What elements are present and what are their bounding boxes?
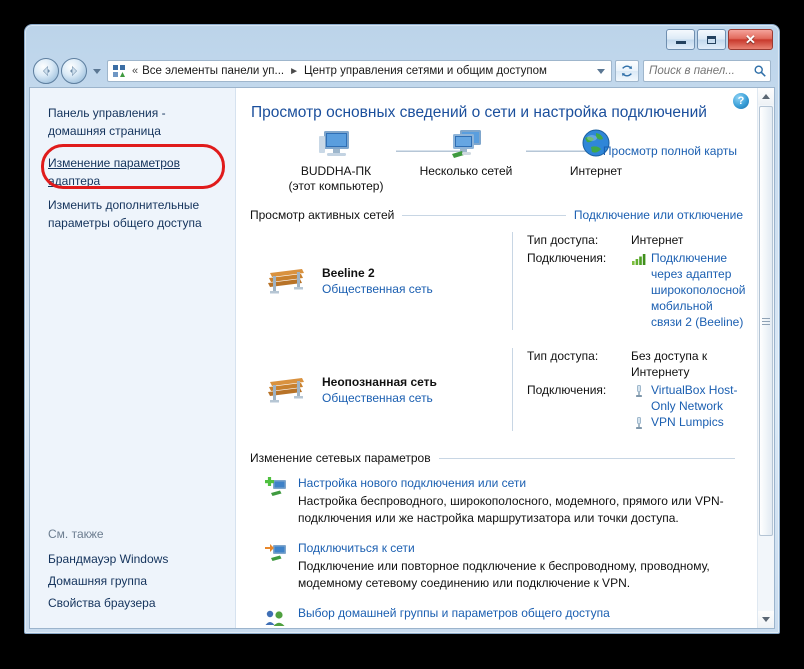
bench-icon	[264, 373, 310, 407]
connect-disconnect-link[interactable]: Подключение или отключение	[574, 208, 743, 222]
connections-label: Подключения:	[527, 383, 607, 397]
sidebar-item-change-advanced-sharing-settings[interactable]: Изменить дополнительные параметры общего…	[30, 196, 235, 232]
setting-item-connect-to-network[interactable]: Подключиться к сети Подключение или повт…	[250, 527, 743, 592]
computer-icon	[276, 128, 396, 162]
search-box[interactable]	[643, 60, 771, 82]
sidebar-item-windows-firewall[interactable]: Брандмауэр Windows	[48, 548, 221, 570]
vertical-scrollbar[interactable]	[757, 88, 774, 628]
sidebar-home-title[interactable]: Панель управления - домашняя страница	[30, 104, 235, 140]
setting-link[interactable]: Настройка нового подключения или сети	[298, 476, 743, 490]
active-networks-header: Просмотр активных сетей Подключение или …	[250, 208, 743, 222]
view-full-map-link[interactable]: Просмотр полной карты	[603, 144, 737, 158]
map-node-multiple-networks[interactable]: Несколько сетей	[406, 128, 526, 179]
main-content: ? Просмотр основных сведений о сети и на…	[236, 88, 774, 628]
access-type-value: Без доступа к Интернету	[631, 349, 708, 379]
connection-item[interactable]: VPN Lumpics	[631, 414, 743, 431]
new-connection-icon	[264, 476, 288, 500]
connection-item[interactable]: VirtualBox Host-Only Network	[631, 382, 743, 414]
sidebar-item-homegroup[interactable]: Домашняя группа	[48, 570, 221, 592]
network-settings-header: Изменение сетевых параметров	[250, 451, 743, 465]
scrollbar-thumb[interactable]	[759, 106, 773, 536]
breadcrumb-separator-icon: ►	[289, 65, 300, 77]
setting-item-new-connection[interactable]: Настройка нового подключения или сети На…	[250, 469, 743, 527]
map-node-computer[interactable]: BUDDHA-ПК (этот компьютер)	[276, 128, 396, 194]
window-body: Панель управления - домашняя страница Из…	[29, 87, 775, 629]
scroll-up-button[interactable]	[758, 88, 774, 105]
active-network-row: Beeline 2 Общественная сеть Тип доступа:…	[250, 226, 745, 334]
setting-link[interactable]: Выбор домашней группы и параметров общег…	[298, 606, 743, 620]
signal-bars-icon	[631, 251, 647, 267]
map-node-label: Несколько сетей	[419, 164, 513, 178]
recent-pages-dropdown[interactable]	[90, 58, 104, 84]
map-node-sublabel: (этот компьютер)	[288, 179, 384, 193]
sidebar: Панель управления - домашняя страница Из…	[30, 88, 236, 628]
network-name: Неопознанная сеть	[322, 374, 437, 389]
network-name: Beeline 2	[322, 266, 375, 280]
breadcrumb-item-all-control-panel-items[interactable]: Все элементы панели уп...	[141, 65, 285, 77]
active-network-row: Неопознанная сеть Общественная сеть Тип …	[250, 334, 743, 435]
maximize-button[interactable]	[697, 29, 726, 50]
address-bar-row: « Все элементы панели уп... ► Центр упра…	[25, 55, 779, 87]
homegroup-icon	[264, 606, 288, 628]
map-node-label: BUDDHA-ПК	[300, 164, 372, 178]
control-panel-icon	[111, 63, 127, 79]
desktop-background: ✕ « Все элементы панели уп... ► Центр уп…	[0, 0, 804, 669]
window-titlebar[interactable]: ✕	[25, 25, 779, 55]
address-dropdown-icon[interactable]	[593, 61, 609, 81]
map-node-label: Интернет	[569, 164, 623, 178]
sidebar-item-change-adapter-settings[interactable]: Изменение параметров адаптера	[30, 154, 235, 190]
breadcrumb-item-network-sharing-center[interactable]: Центр управления сетями и общим доступом	[303, 65, 548, 77]
setting-description: Настройка беспроводного, широкополосного…	[298, 494, 724, 525]
network-type-link[interactable]: Общественная сеть	[322, 391, 437, 405]
search-icon[interactable]	[753, 64, 767, 78]
bench-icon	[264, 264, 310, 298]
forward-button[interactable]	[61, 58, 87, 84]
section-title: Просмотр активных сетей	[250, 208, 395, 222]
see-also-title: См. также	[48, 527, 104, 541]
search-input[interactable]	[647, 64, 753, 78]
back-button[interactable]	[33, 58, 59, 84]
section-rule	[402, 214, 566, 216]
access-type-label: Тип доступа:	[527, 349, 599, 363]
see-also-section: См. также Брандмауэр Windows Домашняя гр…	[30, 527, 235, 614]
control-panel-window: ✕ « Все элементы панели уп... ► Центр уп…	[24, 24, 780, 634]
connection-link[interactable]: VirtualBox Host-Only Network	[651, 382, 743, 414]
help-icon[interactable]: ?	[733, 93, 749, 109]
setting-link[interactable]: Подключиться к сети	[298, 541, 743, 555]
connection-link[interactable]: Подключение через адаптер широкополосной…	[651, 250, 745, 330]
connection-link[interactable]: VPN Lumpics	[651, 414, 724, 430]
access-type-label: Тип доступа:	[527, 233, 599, 247]
connections-label: Подключения:	[527, 251, 607, 265]
section-rule	[438, 457, 735, 459]
connect-network-icon	[264, 541, 288, 565]
sidebar-item-browser-properties[interactable]: Свойства браузера	[48, 592, 221, 614]
scroll-down-button[interactable]	[758, 611, 774, 628]
breadcrumb-overflow[interactable]: «	[130, 65, 141, 77]
connections-list: VirtualBox Host-Only Network VPN Lumpics	[631, 382, 743, 431]
window-controls: ✕	[666, 29, 773, 50]
setting-description: Подключение или повторное подключение к …	[298, 559, 710, 590]
setting-item-homegroup[interactable]: Выбор домашней группы и параметров общег…	[250, 592, 743, 628]
page-title: Просмотр основных сведений о сети и наст…	[251, 104, 707, 121]
refresh-button[interactable]	[615, 60, 639, 82]
multiple-networks-icon	[406, 128, 526, 162]
close-button[interactable]: ✕	[728, 29, 773, 50]
minimize-button[interactable]	[666, 29, 695, 50]
network-plug-icon	[631, 415, 647, 431]
scrollbar-grip-icon	[762, 316, 770, 327]
network-map: BUDDHA-ПК (этот компьютер) Несколько сет…	[250, 128, 743, 200]
connection-item[interactable]: Подключение через адаптер широкополосной…	[631, 250, 745, 330]
network-type-link[interactable]: Общественная сеть	[322, 282, 433, 296]
section-title: Изменение сетевых параметров	[250, 451, 431, 465]
address-bar[interactable]: « Все элементы панели уп... ► Центр упра…	[107, 60, 612, 82]
network-plug-icon	[631, 383, 647, 399]
access-type-value: Интернет	[631, 233, 684, 247]
